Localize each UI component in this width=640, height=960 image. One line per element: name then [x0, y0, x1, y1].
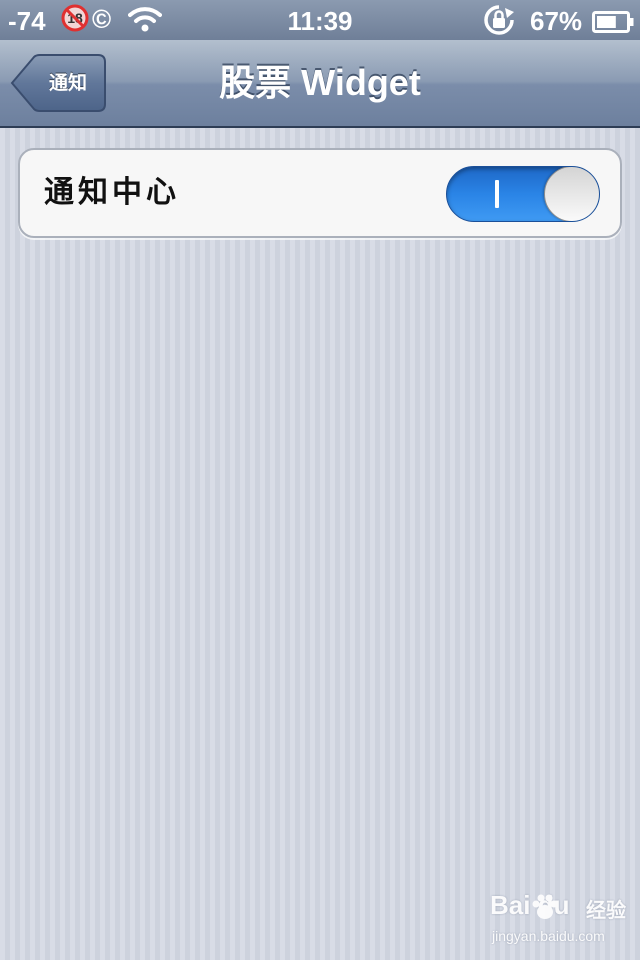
baidu-jingyan-watermark: Bai du 经验 jingyan.baidu.com	[490, 890, 630, 950]
status-bar: -74 18 © 11:39 67%	[0, 0, 640, 40]
back-button[interactable]: 通知	[10, 54, 106, 112]
notification-center-toggle[interactable]	[446, 166, 600, 222]
toggle-knob[interactable]	[544, 167, 599, 221]
settings-group: 通知中心	[18, 148, 622, 238]
navigation-bar: 通知 股票 Widget	[0, 40, 640, 128]
back-button-label: 通知	[48, 72, 87, 94]
page-title: 股票 Widget	[219, 62, 421, 103]
watermark-domain: jingyan.baidu.com	[492, 928, 605, 944]
toggle-on-mark	[495, 180, 499, 208]
notification-center-label: 通知中心	[44, 175, 180, 210]
battery-percent: 67%	[530, 6, 583, 36]
battery-icon	[592, 9, 634, 33]
paw-icon	[530, 892, 560, 922]
watermark-name: 经验	[586, 898, 626, 922]
rotation-lock-icon	[483, 4, 515, 36]
